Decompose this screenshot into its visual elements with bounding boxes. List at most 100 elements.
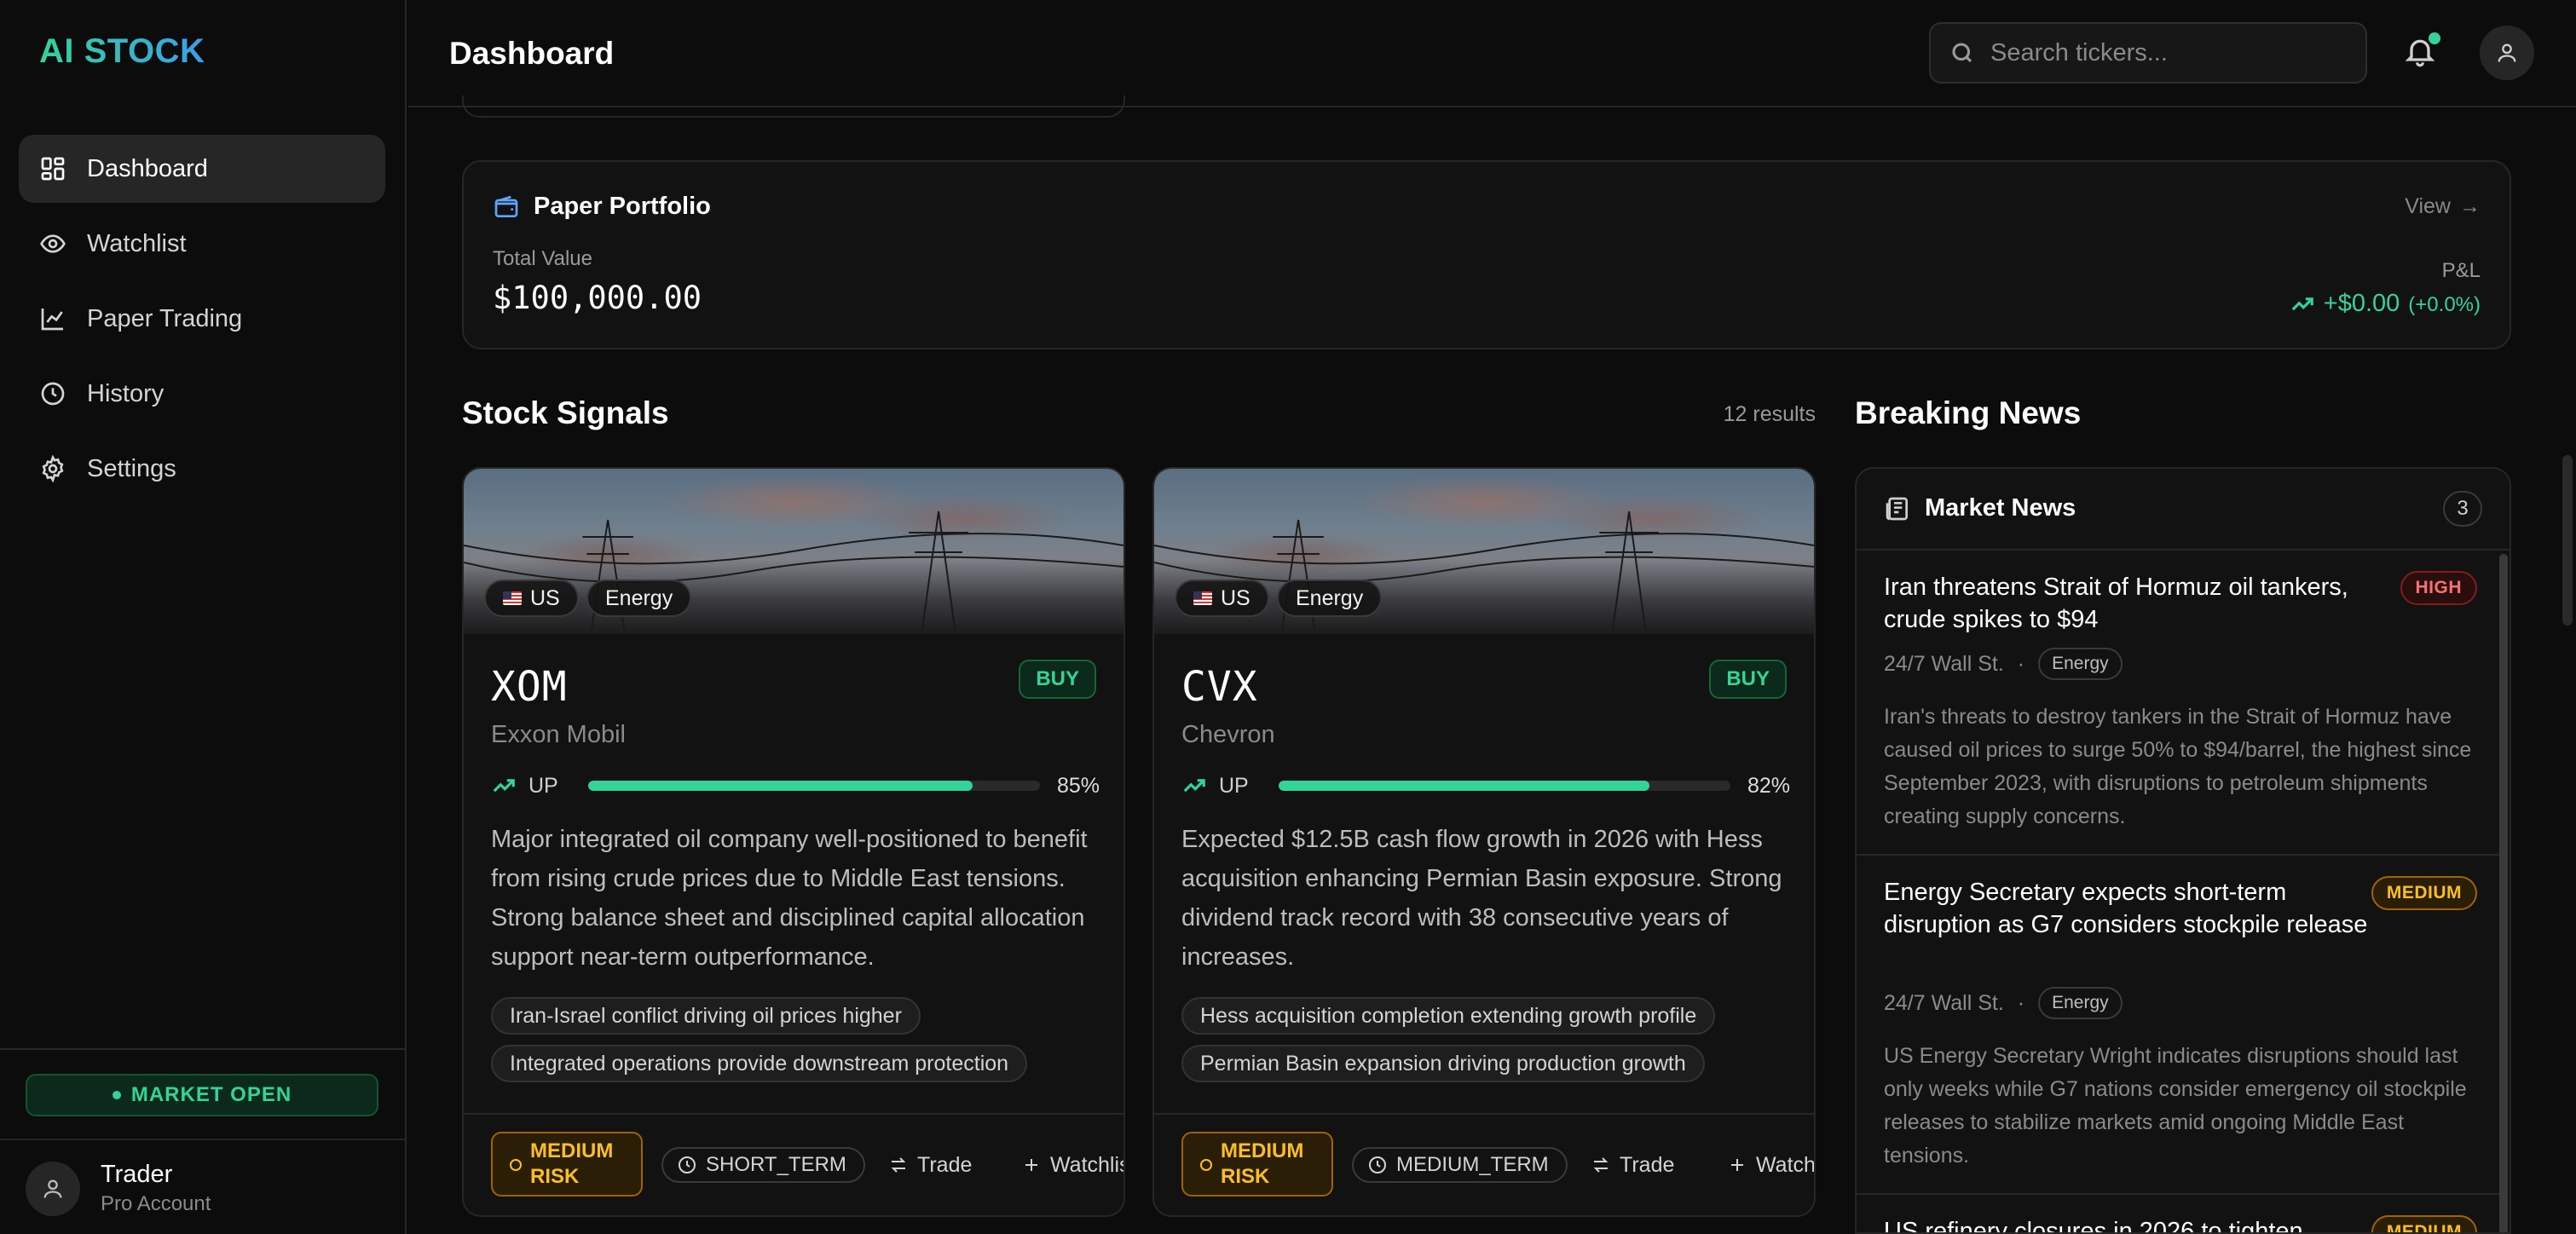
divider [1154,1113,1814,1115]
sidebar-item-label: Watchlist [87,229,187,257]
meta-separator: · [2017,990,2025,1015]
watchlist-label: Watchlist [1756,1152,1816,1177]
reason-tag: Integrated operations provide downstream… [491,1045,1028,1082]
term-badge: MEDIUM_TERM [1352,1147,1568,1183]
page-scrollbar[interactable] [2562,455,2573,626]
news-summary: US Energy Secretary Wright indicates dis… [1884,1044,2467,1168]
sidebar-item-paper-trading[interactable]: Paper Trading [19,285,385,353]
confidence-bar [588,781,1040,791]
add-watchlist-button[interactable]: Watchlist [1727,1147,1816,1183]
term-label: SHORT_TERM [706,1153,846,1176]
news-meta: 24/7 Wall St. · Energy [1884,987,2123,1019]
news-headline[interactable]: Energy Secretary expects short-term disr… [1884,876,2378,941]
watchlist-label: Watchlist [1050,1152,1123,1177]
sector-label: Energy [1296,585,1364,610]
search-input[interactable] [1990,38,2348,67]
sidebar-item-watchlist[interactable]: Watchlist [19,210,385,278]
signal-badge: BUY [1019,660,1096,699]
portfolio-header: Paper Portfolio [493,193,711,221]
sidebar-item-settings[interactable]: Settings [19,435,385,503]
confidence-row: UP 82% [1181,772,1790,799]
company-name: Chevron [1181,721,1275,748]
signal-description: Major integrated oil company well-positi… [491,826,1088,971]
divider [464,1113,1123,1115]
status-dot-icon [112,1091,121,1099]
breaking-news-title: Breaking News [1855,395,2082,430]
reason-tag: Iran-Israel conflict driving oil prices … [491,997,921,1035]
news-headline[interactable]: Iran threatens Strait of Hormuz oil tank… [1884,571,2378,636]
search-icon [1952,43,1972,63]
dashboard-icon [41,157,65,181]
wallet-icon [494,195,518,217]
market-status-badge: MARKET OPEN [26,1074,378,1116]
app-logo[interactable]: AI STOCK [39,32,205,71]
sidebar-nav: Dashboard Watchlist Paper Trading Histor… [19,135,385,510]
pl-label: P&L [2441,259,2481,282]
sidebar-item-history[interactable]: History [19,360,385,428]
trending-up-icon [493,779,515,793]
portfolio-title: Paper Portfolio [534,193,711,220]
signal-card-cvx[interactable]: US Energy CVX Chevron BUY UP 82% Expecte… [1152,467,1816,1217]
sector-label: Energy [605,585,673,610]
term-badge: SHORT_TERM [661,1147,865,1183]
signal-card-xom[interactable]: US Energy XOM Exxon Mobil BUY UP 85% Maj… [462,467,1125,1217]
trade-button[interactable]: Trade [1591,1147,1674,1183]
news-panel-title: Market News [1925,494,2076,522]
severity-badge: HIGH [2400,571,2477,605]
market-status-label: MARKET OPEN [130,1083,292,1106]
severity-badge: MEDIUM [2371,876,2477,910]
profile-button[interactable] [2480,26,2534,80]
chart-line-icon [41,308,63,331]
news-headline[interactable]: US refinery closures in 2026 to tighten [1884,1215,2378,1232]
confidence-bar-fill [588,781,973,791]
total-value: $100,000.00 [493,280,702,316]
confidence-row: UP 85% [491,772,1100,799]
ticker-symbol: CVX [1181,663,1258,711]
clock-icon [679,1156,696,1173]
add-watchlist-button[interactable]: Watchlist [1021,1147,1123,1183]
confidence-bar-fill [1279,781,1649,791]
arrow-right-icon: → [2459,194,2481,218]
direction-label: UP [1219,773,1249,798]
confidence-percent: 82% [1747,773,1790,798]
news-scrollbar[interactable] [2499,554,2508,1232]
pl-value: +$0.00 [2323,290,2400,317]
confidence-percent: 85% [1056,773,1100,798]
market-chip: US [484,580,579,617]
search-box[interactable] [1929,22,2367,84]
total-value-label: Total Value [493,247,592,270]
risk-badge: MEDIUM RISK [1181,1132,1333,1197]
sidebar-item-label: History [87,379,165,407]
clock-icon [41,382,65,406]
user-profile[interactable]: Trader Pro Account [26,1161,211,1216]
user-name: Trader [101,1161,173,1188]
pl-value-group: +$0.00 (+0.0%) [2290,290,2481,318]
stock-signals-title: Stock Signals [462,395,669,430]
news-category: Energy [2038,987,2123,1019]
sidebar: AI STOCK Dashboard Watchlist Paper Tradi… [0,0,407,1234]
gear-icon [42,455,64,482]
news-category: Energy [2038,648,2123,680]
sidebar-item-dashboard[interactable]: Dashboard [19,135,385,203]
trade-label: Trade [1620,1152,1675,1177]
divider [0,1048,407,1050]
news-source: 24/7 Wall St. [1884,651,2004,676]
term-label: MEDIUM_TERM [1396,1153,1549,1176]
clock-icon [1369,1156,1386,1173]
trade-button[interactable]: Trade [888,1147,972,1183]
us-flag-icon [1193,591,1212,605]
news-header: Market News [1884,494,2076,522]
company-name: Exxon Mobil [491,721,626,748]
reason-tag: Permian Basin expansion driving producti… [1181,1045,1705,1082]
view-label: View [2405,194,2451,218]
signal-badge: BUY [1709,660,1787,699]
signal-description: Expected $12.5B cash flow growth in 2026… [1181,826,1782,971]
meta-separator: · [2017,651,2025,676]
risk-badge: MEDIUM RISK [491,1132,643,1197]
trending-up-icon [1183,779,1205,793]
sidebar-item-label: Dashboard [87,154,208,182]
notifications-button[interactable] [2403,32,2440,72]
results-count: 12 results [1723,402,1816,426]
scrolled-card-edge [462,95,1125,118]
portfolio-view-link[interactable]: View → [2405,194,2481,219]
